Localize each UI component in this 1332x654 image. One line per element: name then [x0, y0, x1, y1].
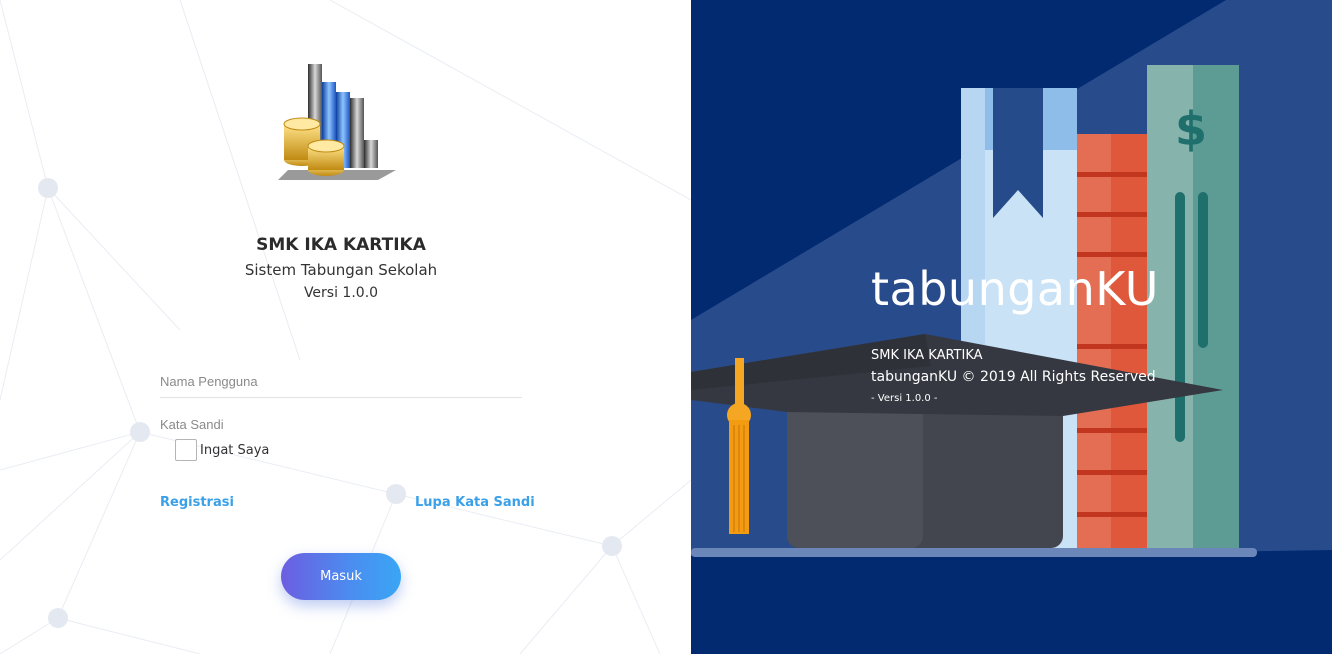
school-name: SMK IKA KARTIKA — [256, 235, 426, 255]
svg-text:$: $ — [1175, 102, 1207, 156]
remember-label: Ingat Saya — [200, 442, 270, 458]
password-input[interactable] — [160, 400, 522, 440]
app-subtitle: Sistem Tabungan Sekolah — [244, 261, 438, 279]
brand-school-name: SMK IKA KARTIKA — [871, 348, 983, 363]
remember-checkbox[interactable] — [175, 439, 197, 461]
books-graduation-cap-illustration: $ — [691, 0, 1332, 654]
register-link[interactable]: Registrasi — [160, 495, 234, 510]
brand-title: tabunganKU — [871, 262, 1159, 316]
copyright-text: tabunganKU © 2019 All Rights Reserved — [871, 369, 1156, 385]
brand-panel: $ tabunganKU SMK IKA KARTIKA tabunganKU … — [691, 0, 1332, 654]
brand-version: - Versi 1.0.0 - — [871, 393, 938, 404]
username-input[interactable] — [160, 358, 522, 397]
app-version: Versi 1.0.0 — [303, 285, 379, 301]
remember-me[interactable]: Ingat Saya — [175, 439, 269, 461]
login-panel: SMK IKA KARTIKA Sistem Tabungan Sekolah … — [0, 0, 691, 654]
forgot-password-link[interactable]: Lupa Kata Sandi — [415, 495, 535, 510]
username-field-wrapper — [160, 358, 522, 398]
chart-coins-logo — [278, 64, 396, 180]
password-field-wrapper — [160, 400, 522, 440]
login-button[interactable]: Masuk — [281, 553, 401, 600]
